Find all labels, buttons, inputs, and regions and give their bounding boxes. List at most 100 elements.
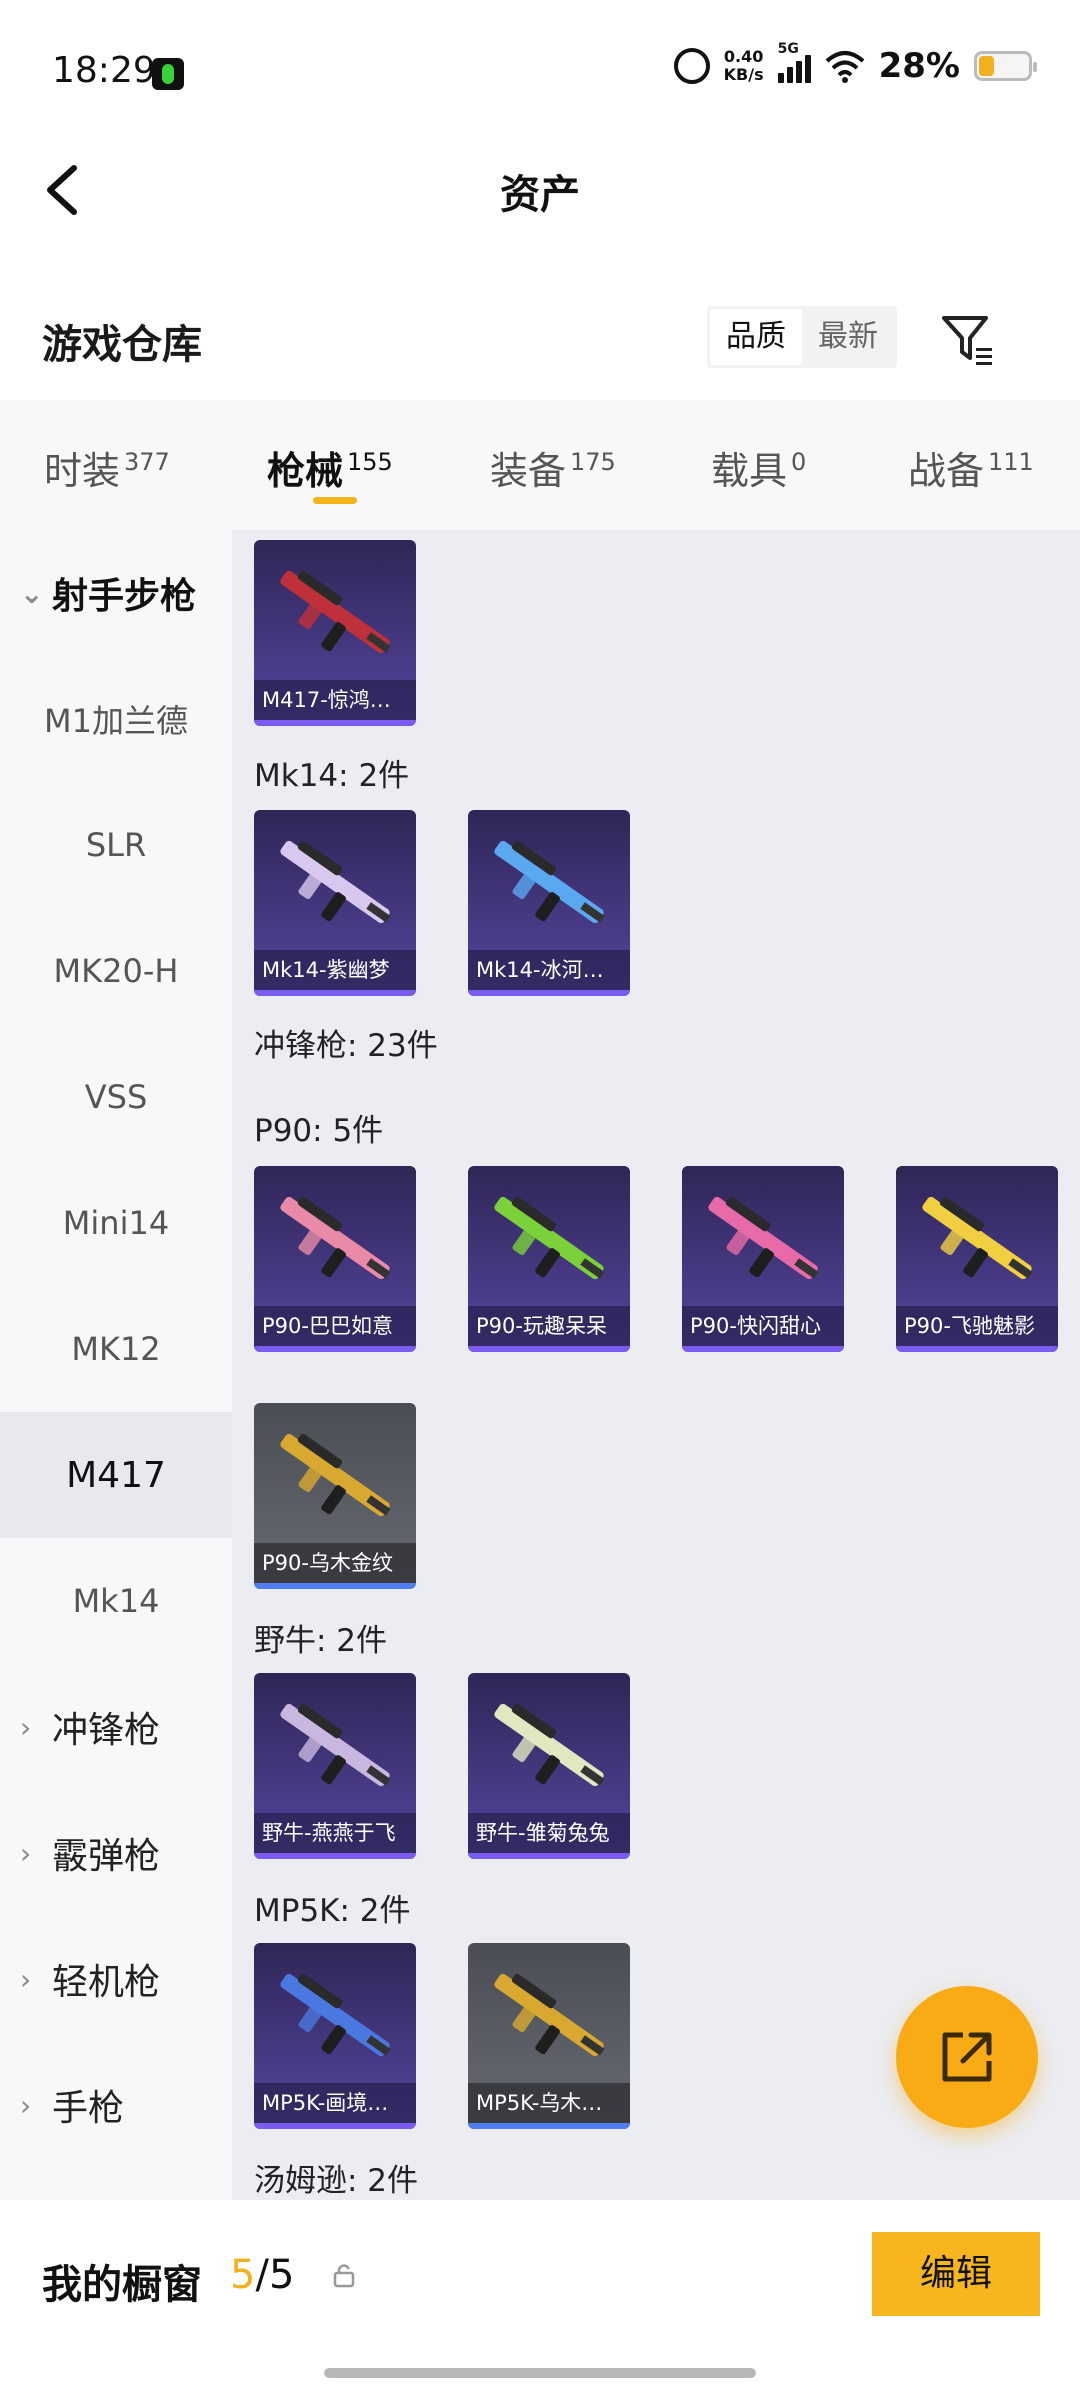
weapon-skin-card[interactable]: P90-玩趣呆呆	[468, 1166, 630, 1352]
filter-button[interactable]	[940, 310, 996, 370]
weapon-skin-name: Mk14-冰河…	[468, 950, 630, 990]
network-type: 5G	[777, 41, 799, 57]
sidebar-item-m417[interactable]: M417	[0, 1412, 232, 1538]
tab-vehicles[interactable]: 载具 0	[711, 440, 806, 495]
cellular-signal-icon: 5G	[777, 41, 811, 83]
tab-label: 时装	[44, 449, 121, 493]
tab-gear[interactable]: 战备 111	[908, 440, 1034, 495]
app-notification-icon	[152, 58, 184, 90]
tab-count: 175	[570, 448, 616, 476]
weapon-skin-card[interactable]: Mk14-紫幽梦	[254, 810, 416, 996]
sidebar-item-smg[interactable]: › 冲锋枪	[0, 1664, 232, 1790]
tab-count: 377	[124, 448, 170, 476]
section-label: 野牛: 2件	[254, 1623, 388, 1659]
wifi-icon	[825, 49, 865, 83]
weapon-skin-card[interactable]: MP5K-画境…	[254, 1943, 416, 2129]
chevron-right-icon: ›	[20, 1836, 32, 1870]
weapon-skin-card[interactable]: Mk14-冰河…	[468, 810, 630, 996]
weapon-skin-card[interactable]: 野牛-雏菊兔兔	[468, 1673, 630, 1859]
section-label: 冲锋枪: 23件	[254, 1028, 438, 1064]
chevron-right-icon: ›	[20, 1710, 32, 1744]
weapon-skin-card[interactable]: P90-飞驰魅影	[896, 1166, 1058, 1352]
rarity-bar	[682, 1346, 844, 1352]
status-time: 18:29	[52, 50, 156, 91]
weapon-skin-card[interactable]: P90-乌木金纹	[254, 1403, 416, 1589]
sidebar-item-slr[interactable]: SLR	[0, 782, 232, 908]
sort-option-newest[interactable]: 最新	[802, 309, 894, 365]
network-speed: 0.40 KB/s	[724, 48, 764, 84]
rarity-bar	[254, 1583, 416, 1589]
showcase-count: 5/5	[230, 2252, 294, 2298]
weapon-skin-card[interactable]: 野牛-燕燕于飞	[254, 1673, 416, 1859]
active-tab-indicator	[313, 497, 357, 504]
weapon-skin-name: M417-惊鸿…	[254, 680, 416, 720]
rarity-bar	[468, 990, 630, 996]
battery-icon	[974, 51, 1037, 81]
weapon-icon	[494, 1703, 605, 1787]
rarity-bar	[468, 2123, 630, 2129]
sidebar-item-mk20h[interactable]: MK20-H	[0, 908, 232, 1034]
sidebar-item-mk12[interactable]: MK12	[0, 1286, 232, 1412]
chevron-right-icon: ›	[20, 2088, 32, 2122]
battery-percent: 28%	[878, 46, 960, 86]
weapon-skin-card[interactable]: MP5K-乌木…	[468, 1943, 630, 2129]
sidebar-item-mini14[interactable]: Mini14	[0, 1160, 232, 1286]
lock-icon	[333, 2264, 355, 2288]
tab-equipment[interactable]: 装备 175	[490, 440, 616, 495]
weapon-skin-card[interactable]: P90-快闪甜心	[682, 1166, 844, 1352]
sidebar-item-lmg[interactable]: › 轻机枪	[0, 1916, 232, 2042]
sidebar-item-mk14[interactable]: Mk14	[0, 1538, 232, 1664]
weapon-icon	[280, 1433, 391, 1517]
tab-label: 枪械	[267, 449, 344, 493]
sidebar-item-m1-garand[interactable]: M1加兰德	[0, 656, 232, 782]
tab-label: 装备	[490, 449, 567, 493]
tab-label: 战备	[908, 449, 985, 493]
showcase-current: 5	[230, 2252, 256, 2298]
sidebar-item-marksman-rifles[interactable]: ⌄ 射手步枪	[0, 530, 232, 656]
tab-count: 0	[791, 448, 807, 476]
sidebar-item-label: 轻机枪	[52, 1962, 161, 2003]
weapon-skin-name: P90-乌木金纹	[254, 1543, 416, 1583]
sidebar-item-pistol[interactable]: › 手枪	[0, 2042, 232, 2168]
weapon-skin-name: P90-巴巴如意	[254, 1306, 416, 1346]
status-bar: 18:29 0.40 KB/s 5G 28%	[0, 0, 1080, 140]
section-label: Mk14: 2件	[254, 758, 410, 794]
tab-label: 载具	[711, 449, 788, 493]
weapon-skin-name: 野牛-雏菊兔兔	[468, 1813, 630, 1853]
sidebar-item-shotgun[interactable]: › 霰弹枪	[0, 1790, 232, 1916]
weapon-sidebar: ⌄ 射手步枪 M1加兰德 SLR MK20-H VSS Mini14 MK12 M…	[0, 530, 232, 2200]
weapon-icon	[922, 1196, 1033, 1280]
tab-count: 111	[988, 448, 1034, 476]
share-float-button[interactable]	[896, 1986, 1038, 2128]
weapon-skin-name: MP5K-乌木…	[468, 2083, 630, 2123]
section-label: P90: 5件	[254, 1113, 384, 1149]
weapon-skin-name: Mk14-紫幽梦	[254, 950, 416, 990]
sidebar-item-vss[interactable]: VSS	[0, 1034, 232, 1160]
tab-outfits[interactable]: 时装 377	[44, 440, 170, 495]
app-header: 资产	[0, 140, 1080, 240]
rarity-bar	[254, 720, 416, 726]
weapon-icon	[494, 1196, 605, 1280]
chevron-right-icon: ›	[20, 1962, 32, 1996]
weapon-skin-card[interactable]: P90-巴巴如意	[254, 1166, 416, 1352]
rarity-bar	[254, 990, 416, 996]
section-label: 汤姆逊: 2件	[254, 2163, 419, 2199]
alarm-icon	[673, 48, 710, 84]
weapon-icon	[280, 1703, 391, 1787]
rarity-bar	[468, 1346, 630, 1352]
tab-weapons[interactable]: 枪械 155	[267, 440, 393, 495]
sidebar-item-label: 射手步枪	[52, 576, 197, 617]
weapon-skin-card[interactable]: M417-惊鸿…	[254, 540, 416, 726]
warehouse-header: 游戏仓库 品质 最新	[0, 290, 1080, 390]
filter-icon	[942, 316, 992, 365]
weapon-skin-name: MP5K-画境…	[254, 2083, 416, 2123]
weapon-icon	[280, 570, 391, 654]
sort-option-quality[interactable]: 品质	[710, 309, 802, 365]
rarity-bar	[896, 1346, 1058, 1352]
weapon-icon	[280, 840, 391, 924]
showcase-label: 我的橱窗	[42, 2262, 202, 2308]
edit-button[interactable]: 编辑	[872, 2232, 1040, 2316]
section-label: MP5K: 2件	[254, 1893, 411, 1929]
rarity-bar	[254, 1853, 416, 1859]
showcase-total: 5	[268, 2252, 295, 2298]
